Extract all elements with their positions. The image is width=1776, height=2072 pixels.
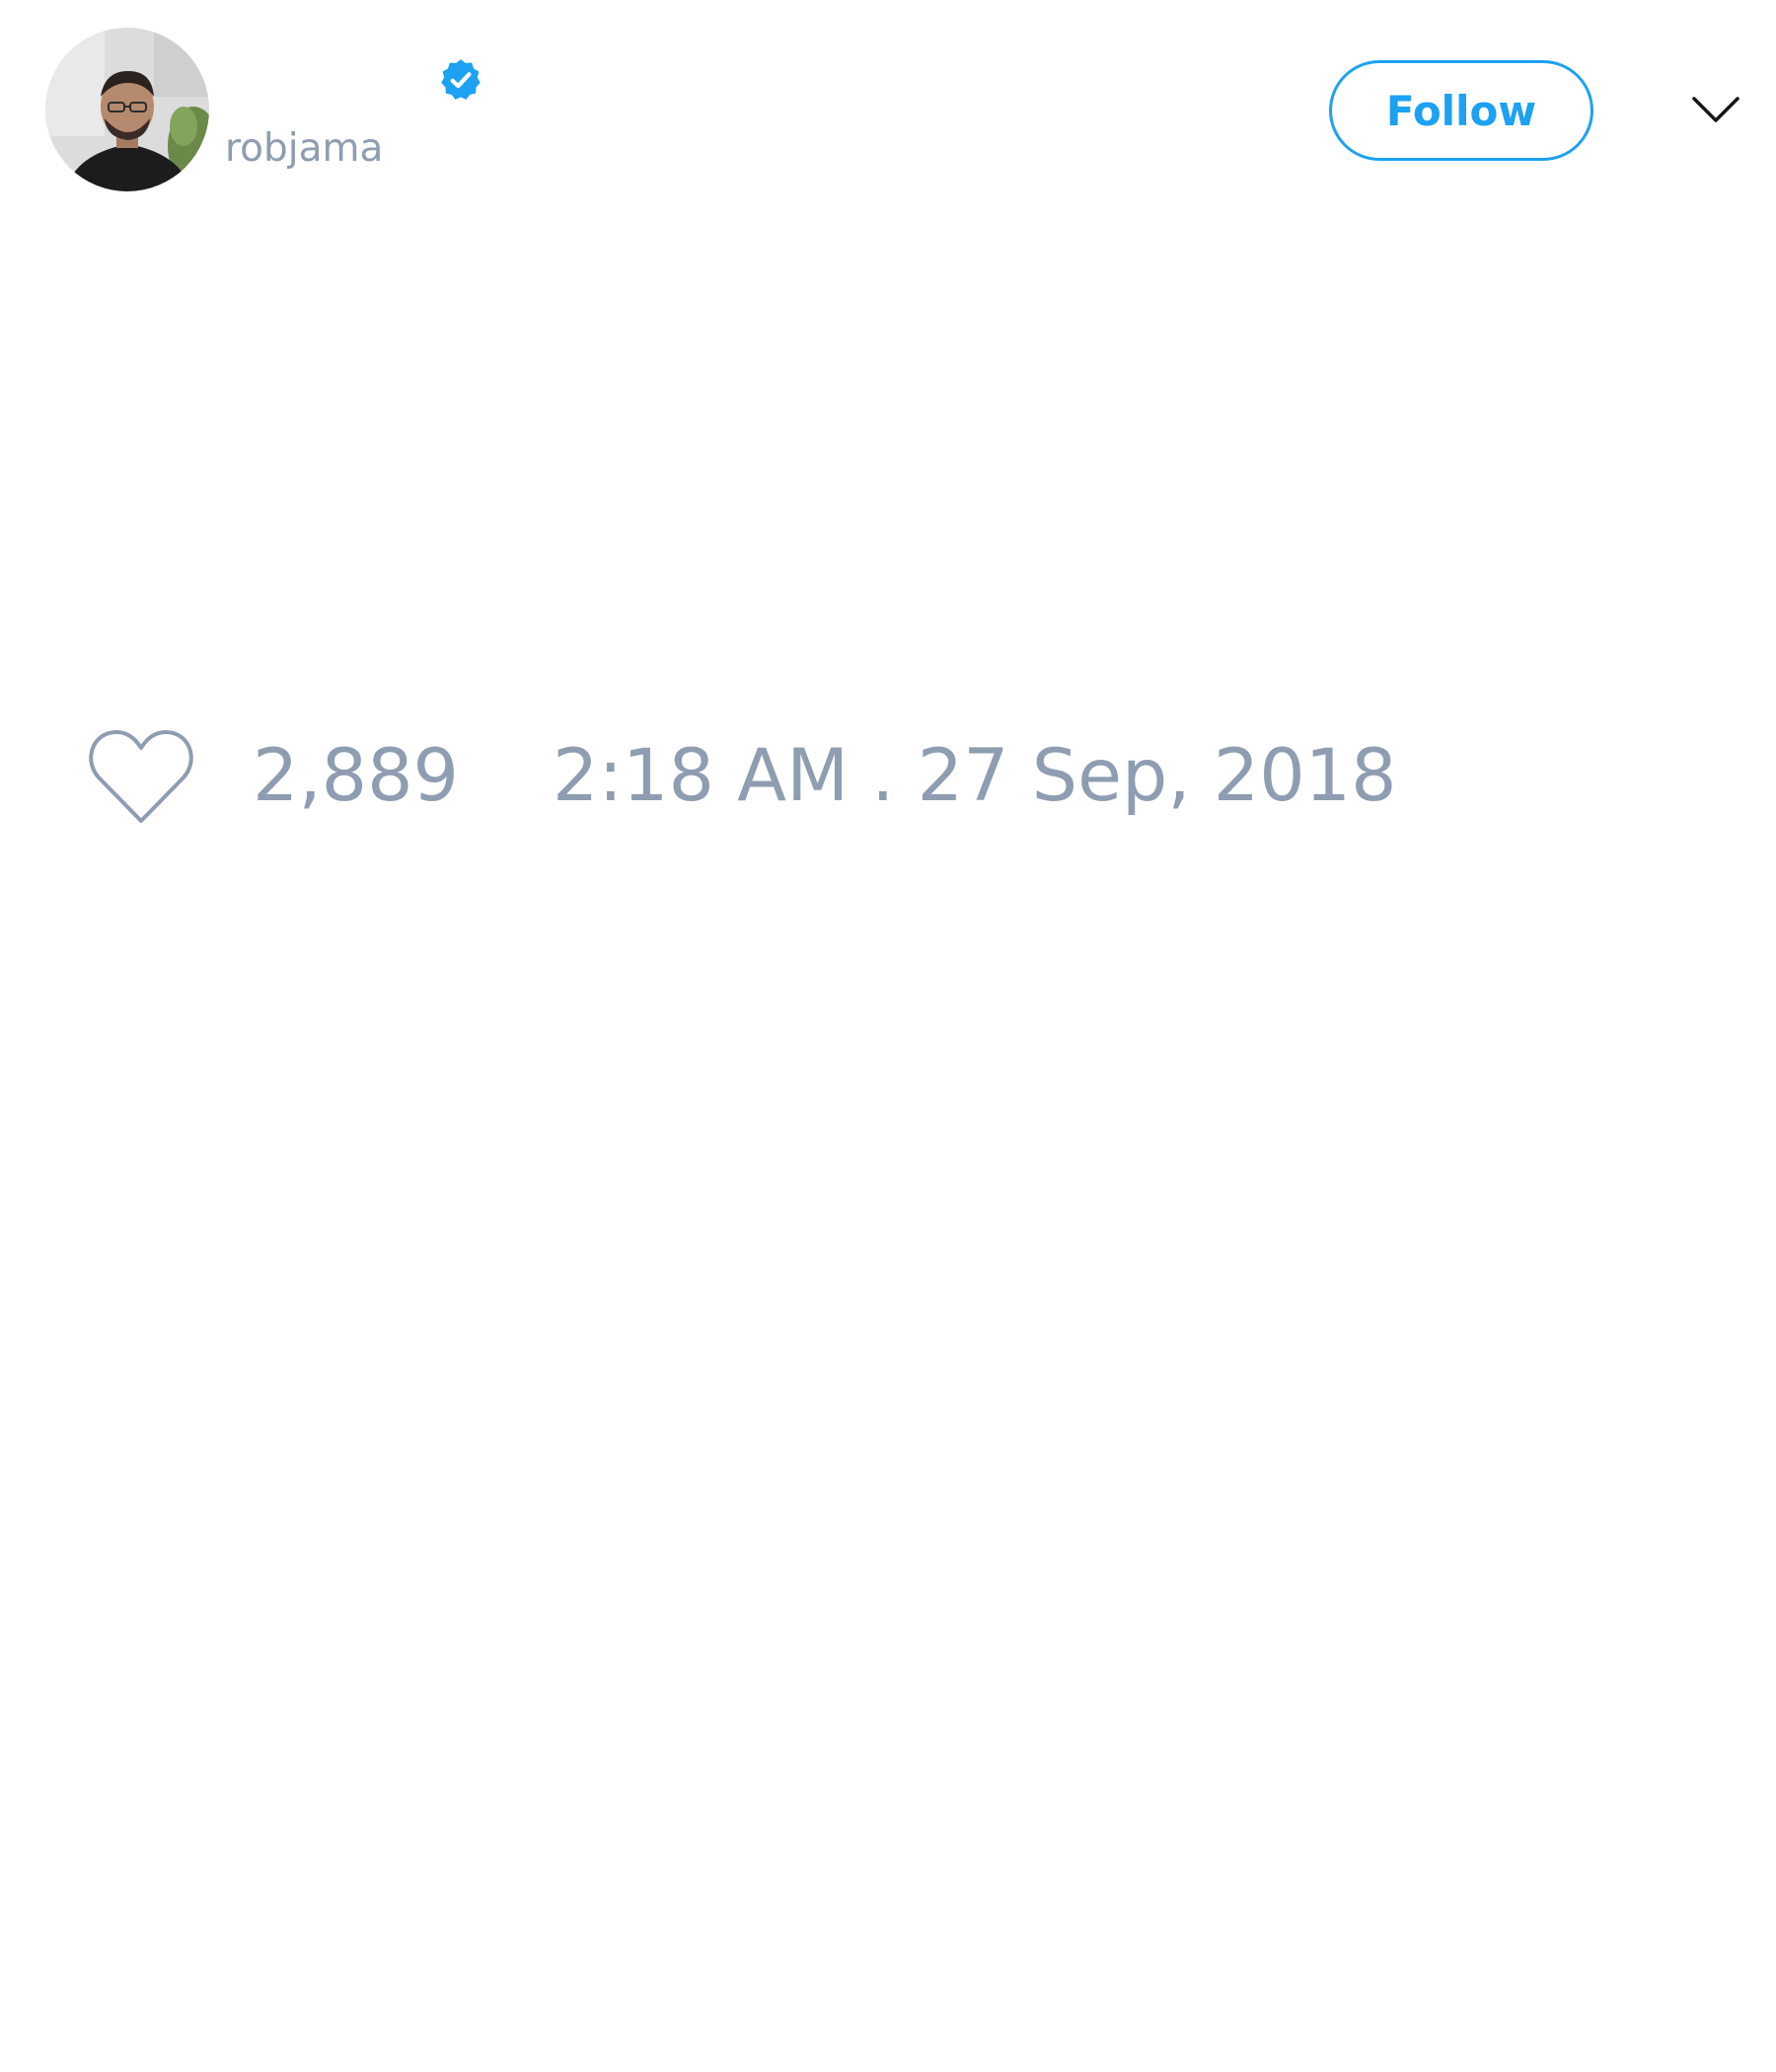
avatar[interactable] (45, 28, 209, 191)
chevron-down-icon[interactable] (1691, 91, 1740, 128)
verified-badge-icon (441, 59, 481, 100)
tweet-stats: 2,889 2:18 AM . 27 Sep, 2018 (0, 722, 1776, 831)
heart-icon[interactable] (87, 726, 195, 827)
author-handle[interactable]: robjama (225, 124, 383, 174)
tweet-timestamp[interactable]: 2:18 AM . 27 Sep, 2018 (553, 722, 1397, 831)
follow-button[interactable]: Follow (1329, 60, 1593, 161)
avatar-photo (45, 28, 209, 191)
like-count: 2,889 (253, 734, 459, 818)
